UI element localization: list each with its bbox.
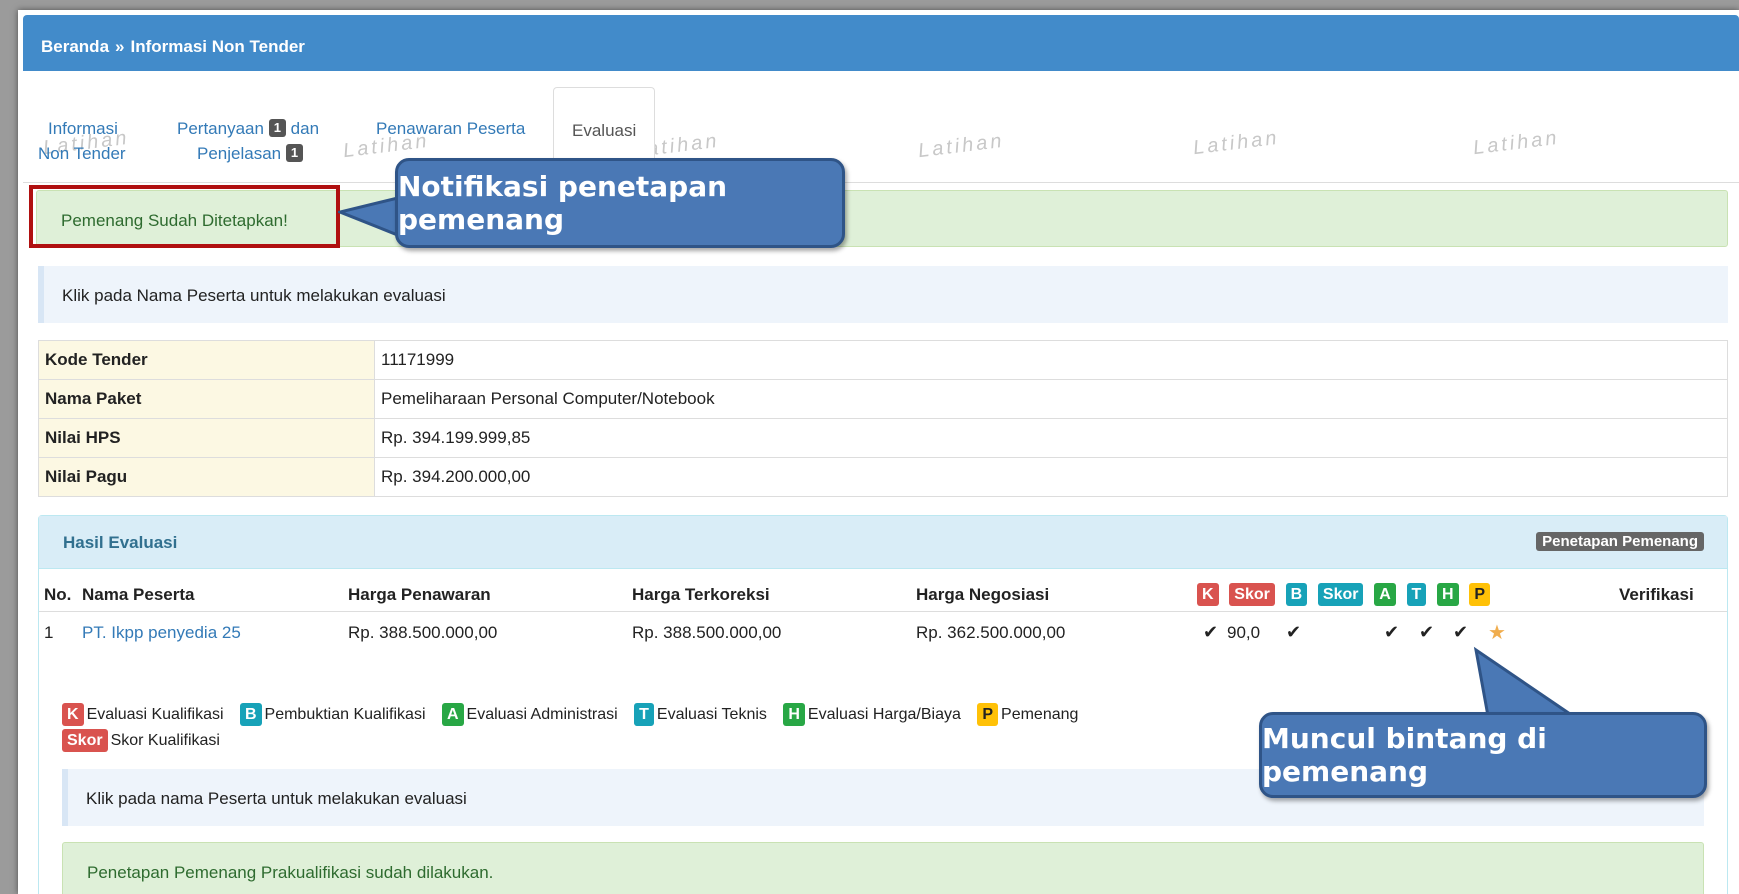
question-count-badge: 1 (268, 119, 286, 137)
legend: K Evaluasi Kualifikasi B Pembuktian Kualif… (62, 703, 1078, 726)
info-value: Rp. 394.200.000,00 (374, 457, 1728, 497)
legend-text: Evaluasi Harga/Biaya (807, 706, 961, 723)
tab-label-line1b: dan (290, 119, 320, 138)
badge-p: P (1469, 583, 1490, 606)
info-key: Kode Tender (38, 340, 375, 380)
legend-text: Pemenang (1001, 706, 1079, 723)
set-winner-button[interactable]: Penetapan Pemenang (1536, 532, 1704, 551)
table-row: Nama Paket Pemeliharaan Personal Computer… (38, 379, 1728, 419)
table-row: Nilai HPS Rp. 394.199.999,85 (38, 418, 1728, 458)
highlight-box (29, 185, 340, 248)
info-value: 11171999 (374, 340, 1728, 380)
legend-badge-a: A (441, 703, 464, 726)
legend-badge-h: H (783, 703, 805, 726)
check-icon: ✔ (1203, 622, 1219, 642)
participant-link[interactable]: PT. Ikpp penyedia 25 (82, 623, 241, 643)
tab-label-line2: Penjelasan (197, 144, 282, 163)
tab-label-line2: Non Tender (38, 144, 126, 163)
breadcrumb-current: Informasi Non Tender (130, 37, 305, 56)
legend-text: Skor Kualifikasi (110, 732, 220, 749)
page-frame: Latihan Latihan Latihan Latihan Latihan … (18, 10, 1739, 894)
col-header-verification: Verifikasi (1619, 585, 1694, 604)
header-divider (39, 611, 1727, 612)
tender-info-table: Kode Tender 11171999 Nama Paket Pemelihara… (38, 340, 1728, 497)
participant-hint-text: Klik pada nama Peserta untuk melakukan e… (86, 789, 467, 808)
legend-badge-k: K (62, 703, 84, 726)
prequal-done-text: Penetapan Pemenang Prakualifikasi sudah … (87, 863, 494, 882)
col-header-no: No. (44, 585, 72, 604)
legend-text: Pembuktian Kualifikasi (264, 706, 426, 723)
legend-badge-skor: Skor (62, 729, 108, 752)
badge-b: B (1285, 583, 1308, 606)
col-header-corrected: Harga Terkoreksi (632, 585, 770, 604)
table-row: Kode Tender 11171999 (38, 340, 1728, 380)
legend-text: Evaluasi Administrasi (466, 706, 618, 723)
tab-pertanyaan-penjelasan[interactable]: Pertanyaan 1 dan Penjelasan 1 (177, 116, 319, 166)
tab-label-line1: Informasi (48, 119, 118, 138)
prequal-done-alert: Penetapan Pemenang Prakualifikasi sudah … (62, 842, 1704, 894)
check-icon: ✔ (1286, 622, 1302, 642)
legend-text: Evaluasi Kualifikasi (86, 706, 224, 723)
info-key: Nilai Pagu (38, 457, 375, 497)
legend-badge-t: T (634, 703, 654, 726)
answer-count-badge: 1 (285, 144, 304, 162)
evaluation-hint-text: Klik pada Nama Peserta untuk melakukan e… (62, 286, 446, 305)
badge-a: A (1374, 583, 1396, 606)
qualification-score: 90,0 (1227, 623, 1261, 642)
table-row: Nilai Pagu Rp. 394.200.000,00 (38, 457, 1728, 497)
col-header-negotiated: Harga Negosiasi (916, 585, 1050, 604)
legend-line2: Skor Skor Kualifikasi (62, 729, 220, 752)
offer-price: Rp. 388.500.000,00 (348, 623, 498, 642)
row-no: 1 (44, 623, 54, 642)
badge-k: K (1197, 583, 1219, 606)
tab-penawaran-peserta[interactable]: Penawaran Peserta (376, 116, 525, 141)
status-header-group: K Skor B Skor A T H P (1197, 583, 1490, 606)
legend-badge-b: B (239, 703, 262, 726)
legend-text: Evaluasi Teknis (656, 706, 767, 723)
panel-title: Hasil Evaluasi (63, 533, 178, 552)
negotiated-price: Rp. 362.500.000,00 (916, 623, 1066, 642)
corrected-price: Rp. 388.500.000,00 (632, 623, 782, 642)
info-value: Rp. 394.199.999,85 (374, 418, 1728, 458)
col-header-name: Nama Peserta (82, 585, 195, 604)
evaluation-hint: Klik pada Nama Peserta untuk melakukan e… (38, 266, 1728, 323)
breadcrumb: Beranda » Informasi Non Tender (23, 15, 1739, 71)
info-key: Nama Paket (38, 379, 375, 419)
badge-h: H (1437, 583, 1459, 606)
col-header-offer: Harga Penawaran (348, 585, 491, 604)
badge-skor-b: Skor (1317, 583, 1364, 606)
info-key: Nilai HPS (38, 418, 375, 458)
breadcrumb-home[interactable]: Beranda (41, 37, 109, 56)
tab-label-line1: Pertanyaan (177, 119, 264, 138)
legend-badge-p: P (977, 703, 999, 726)
panel-heading: Hasil Evaluasi Penetapan Pemenang (39, 516, 1727, 569)
notification-callout: Notifikasi penetapan pemenang (395, 158, 845, 248)
star-callout: Muncul bintang di pemenang (1259, 712, 1707, 798)
breadcrumb-separator: » (115, 37, 125, 56)
winner-star-icon: ★ (1488, 622, 1506, 644)
check-icon: ✔ (1453, 622, 1469, 642)
badge-skor: Skor (1229, 583, 1275, 606)
tab-informasi-non-tender[interactable]: Informasi Non Tender (38, 116, 126, 166)
tab-bar: Informasi Non Tender Pertanyaan 1 dan Pe… (23, 87, 1739, 183)
check-icon: ✔ (1384, 622, 1400, 642)
badge-t: T (1406, 583, 1427, 606)
info-value: Pemeliharaan Personal Computer/Notebook (374, 379, 1728, 419)
check-icon: ✔ (1419, 622, 1435, 642)
